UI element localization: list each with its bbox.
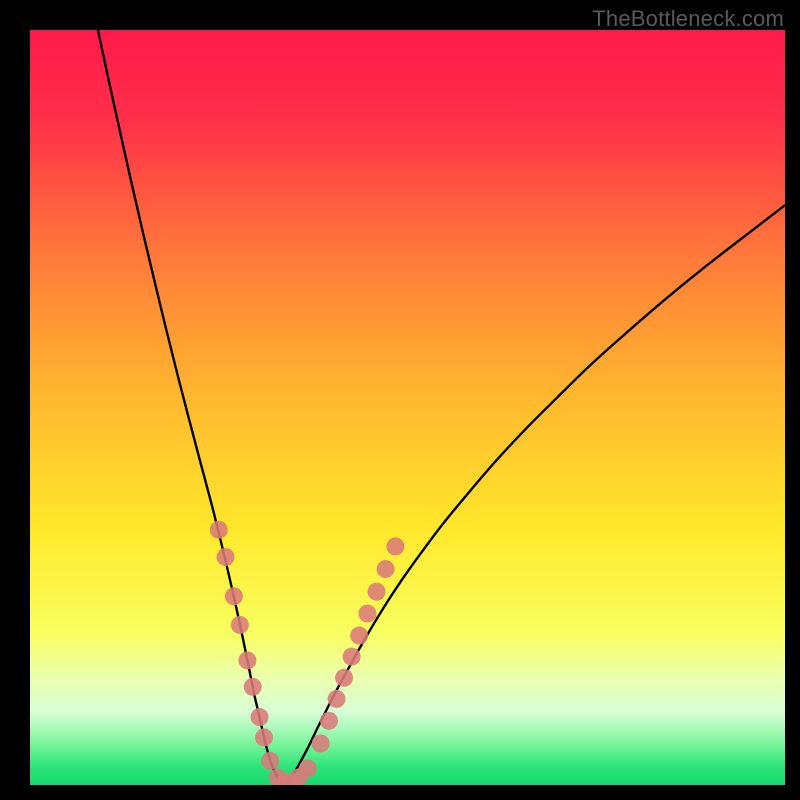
- marker-dot: [335, 669, 353, 687]
- marker-dot: [225, 587, 243, 605]
- watermark-text: TheBottleneck.com: [592, 6, 784, 32]
- marker-dot: [377, 560, 395, 578]
- marker-dot: [328, 690, 346, 708]
- marker-dot: [312, 734, 330, 752]
- marker-dot: [238, 651, 256, 669]
- marker-dot: [261, 752, 279, 770]
- marker-dot: [251, 708, 269, 726]
- marker-dot: [358, 605, 376, 623]
- chart-svg: [30, 30, 785, 785]
- marker-dot: [368, 583, 386, 601]
- chart-background: [30, 30, 785, 785]
- marker-dot: [231, 616, 249, 634]
- marker-dot: [255, 728, 273, 746]
- marker-dot: [320, 712, 338, 730]
- marker-dot: [343, 648, 361, 666]
- marker-dot: [350, 627, 368, 645]
- marker-dot: [210, 521, 228, 539]
- chart-frame: [30, 30, 785, 785]
- marker-dot: [244, 678, 262, 696]
- marker-dot: [386, 537, 404, 555]
- marker-dot: [299, 759, 317, 777]
- marker-dot: [217, 548, 235, 566]
